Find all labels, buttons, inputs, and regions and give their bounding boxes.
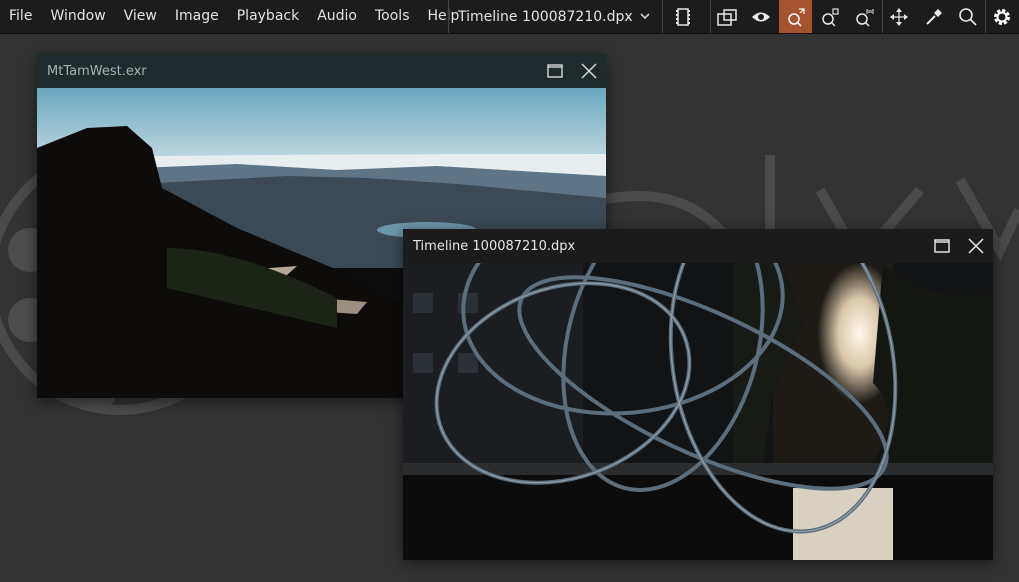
zoom-box-button[interactable] (813, 0, 846, 33)
media-strip-button[interactable] (666, 0, 699, 33)
zoom-1to1-button[interactable] (847, 0, 880, 33)
close-icon[interactable] (580, 62, 598, 80)
pan-icon (890, 7, 908, 26)
zoom-fit-button[interactable] (779, 0, 812, 33)
zoom-1to1-icon (855, 8, 873, 27)
menu-tools[interactable]: Tools (366, 0, 419, 33)
window-title-bar[interactable]: Timeline 100087210.dpx (403, 229, 993, 263)
window-title: Timeline 100087210.dpx (413, 238, 576, 254)
close-icon[interactable] (967, 237, 985, 255)
magnifier-icon (958, 7, 977, 26)
pan-button[interactable] (882, 0, 915, 33)
maximize-icon[interactable] (933, 237, 951, 255)
window-title-bar[interactable]: MtTamWest.exr (37, 54, 606, 88)
window-title: MtTamWest.exr (47, 63, 147, 79)
eye-icon (751, 12, 770, 21)
zoom-box-icon (821, 7, 839, 27)
color-picker-icon (925, 8, 942, 25)
chevron-down-icon (640, 13, 650, 20)
eye-button[interactable] (744, 0, 777, 33)
compare-button[interactable] (710, 0, 743, 33)
image-metal-sculpture (403, 263, 993, 560)
menu-window[interactable]: Window (41, 0, 114, 33)
compare-icon (717, 8, 737, 26)
menu-file[interactable]: File (0, 0, 41, 33)
settings-button[interactable] (985, 0, 1018, 33)
timeline-selector[interactable]: Timeline 100087210.dpx (448, 0, 663, 33)
media-strip-icon (675, 7, 690, 26)
zoom-fit-icon (787, 7, 805, 27)
magnifier-button[interactable] (951, 0, 984, 33)
viewer-window-timeline[interactable]: Timeline 100087210.dpx (403, 229, 993, 560)
menu-view[interactable]: View (115, 0, 166, 33)
settings-gear-icon (994, 8, 1010, 25)
color-picker-button[interactable] (917, 0, 950, 33)
timeline-selector-label: Timeline 100087210.dpx (458, 8, 633, 25)
maximize-icon[interactable] (546, 62, 564, 80)
menu-audio[interactable]: Audio (308, 0, 366, 33)
menu-playback[interactable]: Playback (228, 0, 308, 33)
menu-image[interactable]: Image (166, 0, 228, 33)
